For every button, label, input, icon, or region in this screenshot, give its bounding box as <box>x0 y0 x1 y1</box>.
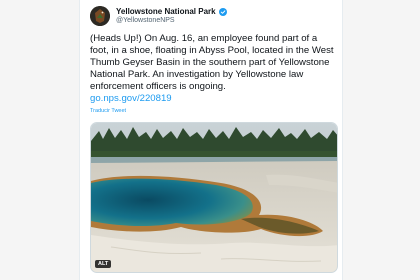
author-name-row: Yellowstone National Park <box>116 7 227 16</box>
account-handle[interactable]: @YellowstoneNPS <box>116 17 175 24</box>
translate-tweet-link[interactable]: Traducir Tweet <box>90 108 126 114</box>
alt-text-button[interactable]: ALT <box>95 260 112 268</box>
display-name[interactable]: Yellowstone National Park <box>116 7 216 16</box>
tweet-card: Yellowstone National Park @YellowstoneNP… <box>79 0 343 280</box>
tweet-photo[interactable]: ALT <box>90 122 338 273</box>
nps-arrowhead-logo-icon <box>90 6 110 26</box>
tweet-text: (Heads Up!) On Aug. 16, an employee foun… <box>90 33 334 92</box>
abyss-pool-photo <box>91 123 337 272</box>
tweet-body: (Heads Up!) On Aug. 16, an employee foun… <box>90 33 338 105</box>
tweet-link[interactable]: go.nps.gov/220819 <box>90 93 338 105</box>
verified-badge-icon <box>218 7 227 16</box>
avatar[interactable] <box>90 6 110 26</box>
